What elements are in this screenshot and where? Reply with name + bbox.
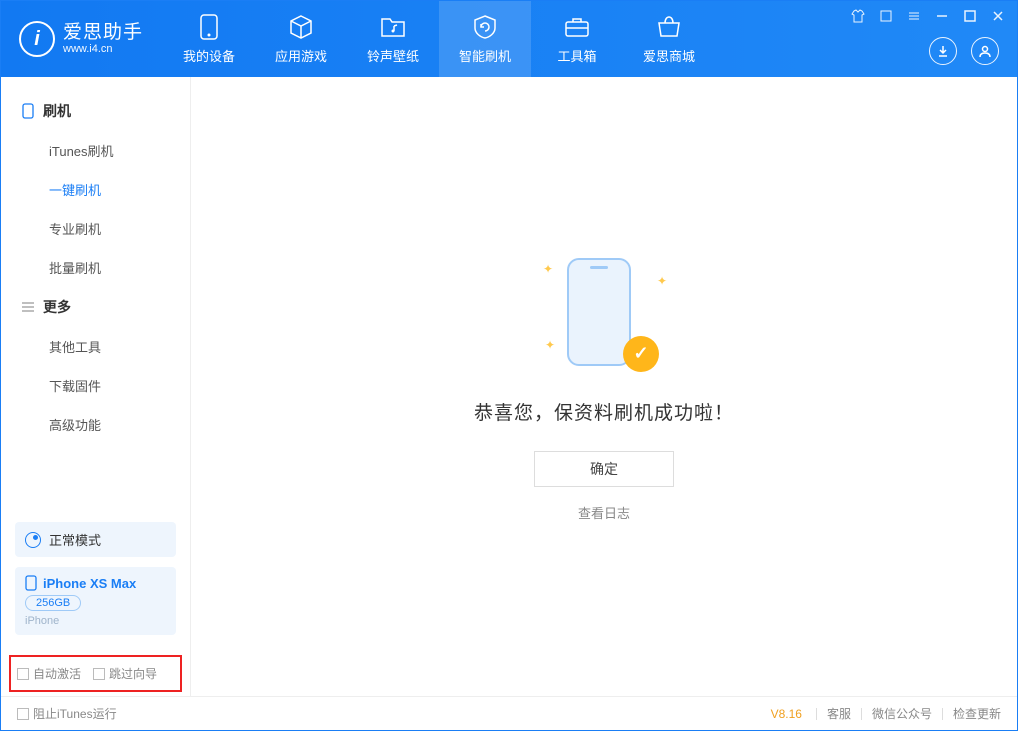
section-title: 刷机 [43,101,71,121]
nav-tab-toolbox[interactable]: 工具箱 [531,1,623,77]
success-illustration: ✦ ✦ ✦ ✓ [549,252,659,382]
title-controls [849,7,1007,25]
phone-outline-icon [567,258,631,366]
shirt-icon[interactable] [849,7,867,25]
phone-small-icon [25,575,37,591]
device-mode-row[interactable]: 正常模式 [15,522,176,557]
checkbox-label: 自动激活 [33,665,81,682]
nav-tabs: 我的设备 应用游戏 铃声壁纸 智能刷机 [163,1,715,77]
nav-tab-label: 我的设备 [183,46,235,65]
sidebar-item-oneclick-flash[interactable]: 一键刷机 [1,170,190,209]
divider [942,708,943,720]
checkbox-auto-activate[interactable]: 自动激活 [17,665,81,682]
phone-icon [21,104,35,118]
device-type: iPhone [25,615,166,627]
footer-link-wechat[interactable]: 微信公众号 [872,705,932,722]
maximize-button[interactable] [961,7,979,25]
logo-text: 爱思助手 www.i4.cn [63,23,143,56]
main-content: ✦ ✦ ✦ ✓ 恭喜您，保资料刷机成功啦！ 确定 查看日志 [191,77,1017,696]
ok-button[interactable]: 确定 [534,451,674,487]
sparkle-icon: ✦ [545,338,555,352]
header-right-actions [929,37,999,65]
shield-refresh-icon [472,14,498,40]
nav-tab-label: 铃声壁纸 [367,46,419,65]
mode-label: 正常模式 [49,530,101,549]
close-button[interactable] [989,7,1007,25]
nav-tab-my-device[interactable]: 我的设备 [163,1,255,77]
checkbox-box-icon [17,708,29,720]
nav-tab-label: 爱思商城 [643,46,695,65]
footer-link-support[interactable]: 客服 [827,705,851,722]
section-title: 更多 [43,297,71,317]
footer-link-update[interactable]: 检查更新 [953,705,1001,722]
version-label: V8.16 [771,707,802,721]
app-title: 爱思助手 [63,23,143,44]
checkbox-skip-guide[interactable]: 跳过向导 [93,665,157,682]
sidebar: 刷机 iTunes刷机 一键刷机 专业刷机 批量刷机 更多 其他工具 下载固件 … [1,77,191,696]
footer-links: 客服 微信公众号 检查更新 [816,705,1001,722]
nav-tab-label: 工具箱 [558,46,597,65]
minimize-button[interactable] [933,7,951,25]
checkbox-box-icon [93,668,105,680]
app-logo-icon: i [19,21,55,57]
view-log-link[interactable]: 查看日志 [578,503,630,522]
app-window: i 爱思助手 www.i4.cn 我的设备 应用游戏 [0,0,1018,731]
divider [816,708,817,720]
checkbox-label: 阻止iTunes运行 [33,705,117,722]
checkbox-box-icon [17,668,29,680]
device-icon [196,14,222,40]
status-bar: 阻止iTunes运行 V8.16 客服 微信公众号 检查更新 [1,696,1017,730]
menu-icon[interactable] [905,7,923,25]
logo-section: i 爱思助手 www.i4.cn [1,1,163,77]
nav-tab-label: 智能刷机 [459,46,511,65]
sidebar-item-download-firmware[interactable]: 下载固件 [1,366,190,405]
nav-tab-apps[interactable]: 应用游戏 [255,1,347,77]
sidebar-item-other-tools[interactable]: 其他工具 [1,327,190,366]
body: 刷机 iTunes刷机 一键刷机 专业刷机 批量刷机 更多 其他工具 下载固件 … [1,77,1017,696]
sidebar-section-flash: 刷机 [1,91,190,131]
toolbox-icon [564,14,590,40]
header-bar: i 爱思助手 www.i4.cn 我的设备 应用游戏 [1,1,1017,77]
mode-icon [25,532,41,548]
sidebar-item-pro-flash[interactable]: 专业刷机 [1,209,190,248]
sidebar-item-advanced[interactable]: 高级功能 [1,405,190,444]
box-icon[interactable] [877,7,895,25]
sidebar-section-more: 更多 [1,287,190,327]
music-folder-icon [380,14,406,40]
sparkle-icon: ✦ [543,262,553,276]
success-message: 恭喜您，保资料刷机成功啦！ [474,398,734,425]
device-name: iPhone XS Max [25,575,166,591]
cube-icon [288,14,314,40]
user-button[interactable] [971,37,999,65]
checkbox-block-itunes[interactable]: 阻止iTunes运行 [17,705,117,722]
device-panel: 正常模式 iPhone XS Max 256GB iPhone [1,512,190,645]
nav-tab-flash[interactable]: 智能刷机 [439,1,531,77]
store-icon [656,14,682,40]
divider [861,708,862,720]
nav-tab-store[interactable]: 爱思商城 [623,1,715,77]
nav-tab-ringtones[interactable]: 铃声壁纸 [347,1,439,77]
device-storage-badge: 256GB [25,595,81,611]
app-subtitle: www.i4.cn [63,43,143,55]
device-info-row[interactable]: iPhone XS Max 256GB iPhone [15,567,176,635]
checkbox-label: 跳过向导 [109,665,157,682]
download-button[interactable] [929,37,957,65]
flash-options-row: 自动激活 跳过向导 [9,655,182,692]
nav-tab-label: 应用游戏 [275,46,327,65]
check-badge-icon: ✓ [623,336,659,372]
list-icon [21,300,35,314]
sparkle-icon: ✦ [657,274,667,288]
sidebar-item-itunes-flash[interactable]: iTunes刷机 [1,131,190,170]
sidebar-item-batch-flash[interactable]: 批量刷机 [1,248,190,287]
